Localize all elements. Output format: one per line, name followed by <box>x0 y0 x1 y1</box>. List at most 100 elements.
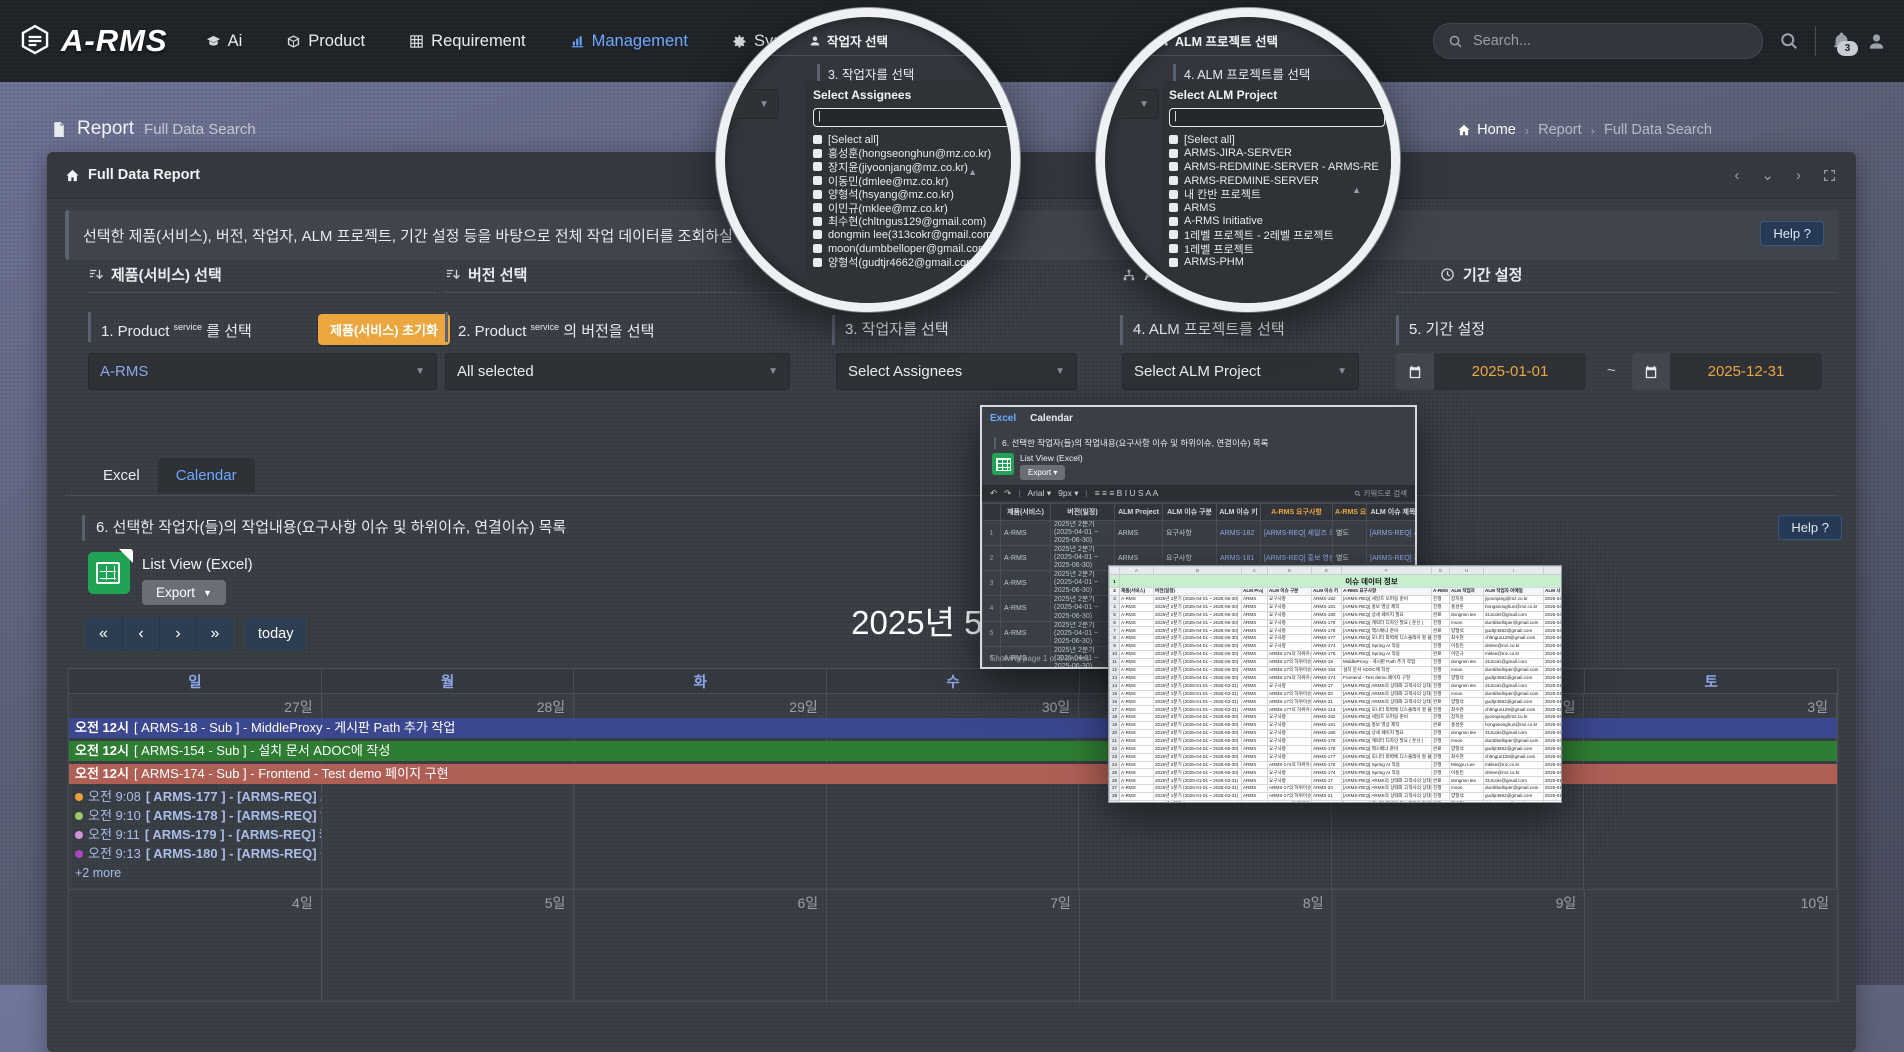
tab-excel[interactable]: Excel <box>85 458 158 493</box>
search-input[interactable] <box>1471 32 1748 50</box>
alm-project-option[interactable]: 1레벨 프로젝트 <box>1169 242 1385 256</box>
assignee-option[interactable]: dongmin lee(313cokr@gmail.com) <box>813 228 1020 242</box>
help-button[interactable]: Help ? <box>1760 221 1824 246</box>
assignee-option[interactable]: 이동민(dmlee@mz.co.kr) <box>813 174 1020 188</box>
calendar-day-cell[interactable]: 5일 <box>322 890 575 1001</box>
checkbox-icon[interactable] <box>813 217 822 226</box>
calendar-day-cell[interactable]: 8일 <box>1080 890 1333 1001</box>
overlay-export-button[interactable]: Export ▾ <box>1020 465 1065 480</box>
excel-cell: ARMS <box>1242 682 1268 690</box>
product-reset-button[interactable]: 제품(서비스) 초기화 <box>318 314 450 345</box>
calendar-icon[interactable] <box>1632 353 1670 390</box>
assignee-filter-input[interactable]: | <box>813 108 1020 127</box>
user-profile-icon[interactable] <box>1867 32 1886 51</box>
global-search[interactable] <box>1433 23 1763 59</box>
alm-project-option[interactable]: [Select all] <box>1169 133 1385 147</box>
assignee-option[interactable]: 장지윤(jiyoonjang@mz.co.kr) <box>813 160 1020 174</box>
alm-project-option[interactable]: ARMS-REDMINE-SERVER - ARMS-RE <box>1169 160 1385 174</box>
nav-item-requirement[interactable]: Requirement <box>409 32 525 51</box>
calendar-more-link[interactable]: +2 more <box>69 866 195 880</box>
calendar-event-bar[interactable]: 오전 12시[ ARMS-18 - Sub ] - MiddleProxy - … <box>69 718 1837 738</box>
scroll-up-icon[interactable]: ▲ <box>1352 185 1361 195</box>
checkbox-icon[interactable] <box>1169 149 1178 158</box>
alm-project-option[interactable]: ARMS-JIRA-SERVER <box>1169 147 1385 161</box>
assignee-option[interactable]: 홍성훈(hongseonghun@mz.co.kr) <box>813 147 1020 161</box>
row-number: 19 <box>1110 722 1120 730</box>
collapse-down-icon[interactable]: ⌄ <box>1761 166 1774 184</box>
alm-project-option[interactable]: ARMS <box>1169 201 1385 215</box>
collapse-right-icon[interactable]: › <box>1796 167 1801 184</box>
format-buttons[interactable]: ≡ ≡ ≡ B I U S A A <box>1095 488 1159 498</box>
tab-calendar[interactable]: Calendar <box>158 458 255 493</box>
alm-project-option[interactable]: 1레벨 프로젝트 - 2레벨 프로젝트 <box>1169 228 1385 242</box>
assignee-option[interactable]: 최수현(chltngus129@gmail.com) <box>813 215 1020 229</box>
search-submit-icon[interactable] <box>1779 31 1799 51</box>
notification-bell-icon[interactable]: 3 <box>1832 32 1851 51</box>
calendar-day-cell[interactable]: 4일 <box>69 890 322 1001</box>
checkbox-icon[interactable] <box>1169 203 1178 212</box>
end-date-picker[interactable]: 2025-12-31 <box>1632 353 1822 390</box>
checkbox-icon[interactable] <box>813 149 822 158</box>
excel-cell: ARMS-177 <box>1312 635 1342 643</box>
assignee-select[interactable]: Select Assignees▼ <box>836 353 1077 390</box>
overlay-tab-calendar[interactable]: Calendar <box>1030 413 1073 424</box>
calendar-icon[interactable] <box>1396 353 1434 390</box>
checkbox-icon[interactable] <box>1169 258 1178 267</box>
table-row[interactable]: 1A-RMS2025년 2분기 (2025-04-01 ~ 2025-06-30… <box>983 521 1418 546</box>
scroll-up-icon[interactable]: ▲ <box>968 167 977 177</box>
font-size-select[interactable]: 9px ▾ <box>1058 488 1078 499</box>
calendar-event-item[interactable]: 오전 9:13[ ARMS-180 ] - [ARMS-REQ] 상세 페이지 … <box>69 844 321 863</box>
table-search[interactable]: 키워드로 검색 <box>1354 488 1407 499</box>
checkbox-icon[interactable] <box>1169 176 1178 185</box>
calendar-event-item[interactable]: 오전 9:08[ ARMS-177 ] - [ARMS-REQ] 모니터 외벽에… <box>69 787 321 806</box>
app-logo[interactable]: A-RMS <box>18 23 168 59</box>
breadcrumb-report[interactable]: Report <box>1538 122 1582 138</box>
calendar-event-bar[interactable]: 오전 12시[ ARMS-154 - Sub ] - 설치 문서 ADOC에 작… <box>69 741 1837 761</box>
breadcrumb-home[interactable]: Home <box>1457 122 1516 138</box>
checkbox-icon[interactable] <box>1169 230 1178 239</box>
product-select[interactable]: A-RMS▼ <box>88 353 437 390</box>
checkbox-icon[interactable] <box>1169 217 1178 226</box>
alm-filter-input[interactable]: | <box>1169 108 1385 127</box>
nav-item-management[interactable]: Management <box>570 32 688 51</box>
assignee-option[interactable]: 이민규(mklee@mz.co.kr) <box>813 201 1020 215</box>
nav-item-ai[interactable]: Ai <box>206 32 243 51</box>
calendar-event-item[interactable]: 오전 9:11[ ARMS-179 ] - [ARMS-REQ] 캐릭터 디자인… <box>69 825 321 844</box>
font-select[interactable]: Arial ▾ <box>1027 488 1051 499</box>
checkbox-icon[interactable] <box>813 244 822 253</box>
alm-project-select[interactable]: Select ALM Project▼ <box>1122 353 1359 390</box>
checkbox-icon[interactable] <box>813 190 822 199</box>
assignee-option[interactable]: 양형석(gudtjr4662@gmail.com) <box>813 255 1020 269</box>
checkbox-icon[interactable] <box>1169 162 1178 171</box>
assignee-option[interactable]: [Select all] <box>813 133 1020 147</box>
calendar-day-cell[interactable]: 6일 <box>574 890 827 1001</box>
expand-icon[interactable] <box>1823 169 1836 182</box>
calendar-day-cell[interactable]: 10일 <box>1585 890 1837 1001</box>
start-date-picker[interactable]: 2025-01-01 <box>1396 353 1586 390</box>
nav-item-product[interactable]: Product <box>286 32 365 51</box>
checkbox-icon[interactable] <box>1169 190 1178 199</box>
alm-project-option[interactable]: A-RMS Initiative <box>1169 215 1385 229</box>
alm-project-option[interactable]: ARMS-PHM <box>1169 255 1385 269</box>
collapse-left-icon[interactable]: ‹ <box>1734 167 1739 184</box>
undo-icon[interactable]: ↶ <box>990 488 997 499</box>
version-select[interactable]: All selected▼ <box>445 353 790 390</box>
checkbox-icon[interactable] <box>813 176 822 185</box>
calendar-day-cell[interactable]: 7일 <box>827 890 1080 1001</box>
checkbox-icon[interactable] <box>813 135 822 144</box>
checkbox-icon[interactable] <box>813 203 822 212</box>
redo-icon[interactable]: ↷ <box>1004 488 1011 499</box>
calendar-event-item[interactable]: 오전 9:10[ ARMS-178 ] - [ARMS-REQ] 엑스배너 준비 <box>69 806 321 825</box>
checkbox-icon[interactable] <box>1169 135 1178 144</box>
checkbox-icon[interactable] <box>813 162 822 171</box>
calendar-event-bar[interactable]: 오전 12시[ ARMS-174 - Sub ] - Frontend - Te… <box>69 764 1837 784</box>
checkbox-icon[interactable] <box>1169 244 1178 253</box>
checkbox-icon[interactable] <box>813 258 822 267</box>
assignee-option[interactable]: moon(dumbbelloper@gmail.com) <box>813 242 1020 256</box>
overlay-tab-excel[interactable]: Excel <box>990 413 1016 424</box>
calendar-day-cell[interactable]: 9일 <box>1333 890 1586 1001</box>
checkbox-icon[interactable] <box>813 230 822 239</box>
assignee-option[interactable]: 양형석(hsyang@mz.co.kr) <box>813 187 1020 201</box>
assignee-dropdown-label: Select Assignees <box>813 88 1020 102</box>
help-button-2[interactable]: Help ? <box>1778 515 1842 540</box>
